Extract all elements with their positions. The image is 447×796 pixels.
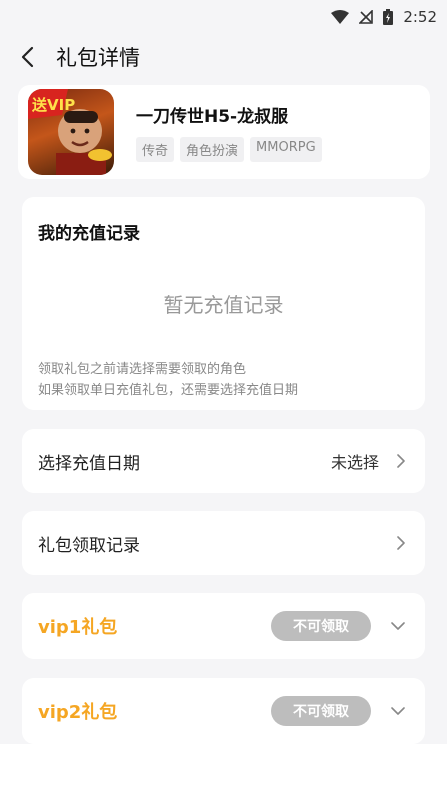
game-tags: 传奇 角色扮演 MMORPG: [136, 137, 322, 162]
claim-status-button[interactable]: 不可领取: [271, 696, 371, 726]
status-time: 2:52: [403, 8, 437, 26]
chevron-down-icon[interactable]: [391, 707, 405, 715]
pack-name: vip1礼包: [38, 617, 118, 638]
chevron-right-icon: [397, 454, 405, 468]
chevron-down-icon[interactable]: [391, 622, 405, 630]
recharge-record-notes: 领取礼包之前请选择需要领取的角色 如果领取单日充值礼包，还需要选择充值日期: [38, 359, 298, 401]
vip-badge-text: 送VIP: [31, 96, 75, 114]
claim-record-label: 礼包领取记录: [38, 535, 140, 556]
select-date-value: 未选择: [330, 453, 379, 472]
claim-record-row[interactable]: 礼包领取记录: [22, 511, 425, 575]
no-signal-icon: [359, 10, 374, 24]
game-name: 一刀传世H5-龙叔服: [136, 107, 289, 127]
recharge-record-empty: 暂无充值记录: [163, 293, 284, 317]
note-line: 领取礼包之前请选择需要领取的角色: [38, 362, 247, 377]
back-arrow-icon: [21, 46, 34, 68]
note-line: 如果领取单日充值礼包，还需要选择充值日期: [38, 383, 299, 398]
game-tag: MMORPG: [250, 137, 322, 162]
page-title: 礼包详情: [56, 46, 140, 70]
pack-name: vip2礼包: [38, 702, 118, 723]
recharge-record-title: 我的充值记录: [38, 224, 140, 244]
back-button[interactable]: [4, 34, 50, 80]
recharge-record-card: 我的充值记录 暂无充值记录 领取礼包之前请选择需要领取的角色 如果领取单日充值礼…: [22, 197, 425, 410]
game-card[interactable]: 送VIP 一刀传世H5-龙叔服 传奇 角色扮演 MMORPG: [18, 85, 430, 179]
wifi-icon: [331, 10, 350, 24]
select-date-row[interactable]: 选择充值日期 未选择: [22, 429, 425, 493]
status-bar: 2:52: [0, 0, 447, 34]
game-tag: 角色扮演: [180, 137, 245, 162]
vip1-pack-row[interactable]: vip1礼包 不可领取: [22, 593, 425, 659]
battery-icon: [383, 9, 394, 25]
game-tag: 传奇: [136, 137, 175, 162]
vip2-pack-row[interactable]: vip2礼包 不可领取: [22, 678, 425, 744]
claim-status-button[interactable]: 不可领取: [271, 611, 371, 641]
nav-bar: 礼包详情: [0, 34, 447, 80]
game-icon: 送VIP: [28, 89, 114, 175]
select-date-label: 选择充值日期: [38, 453, 140, 474]
chevron-right-icon: [397, 536, 405, 550]
bottom-area: [0, 744, 447, 796]
